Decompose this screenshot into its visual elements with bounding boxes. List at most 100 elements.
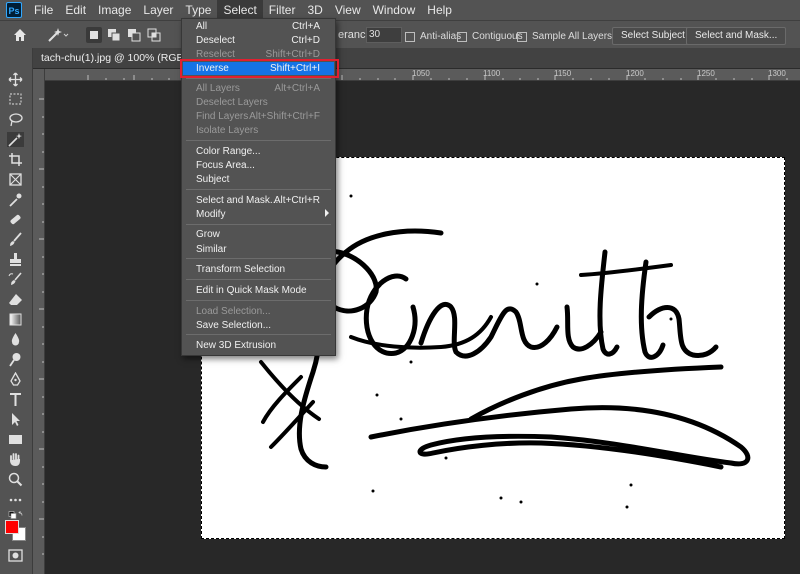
menu-option-find-layers[interactable]: Find Layers Alt+Shift+Ctrl+F: [183, 110, 334, 123]
horizontal-ruler: 1050 1100 1150 1200 1250 1300: [44, 69, 800, 81]
eraser-icon[interactable]: [7, 292, 24, 307]
add-to-selection-button[interactable]: [106, 27, 122, 43]
menu-file[interactable]: File: [28, 0, 59, 20]
menu-option-grow[interactable]: Grow: [183, 228, 334, 241]
menu-option-color-range[interactable]: Color Range...: [183, 145, 334, 158]
menu-option-label: Modify: [196, 209, 226, 220]
select-and-mask-button[interactable]: Select and Mask...: [686, 27, 787, 45]
menu-option-focus-area[interactable]: Focus Area...: [183, 159, 334, 172]
photoshop-logo-icon: Ps: [6, 2, 22, 18]
dodge-icon[interactable]: [7, 352, 24, 367]
marquee-icon[interactable]: [7, 92, 24, 107]
ruler-number: 1250: [697, 69, 715, 78]
menu-option-label: Color Range...: [196, 146, 261, 157]
menu-separator: [186, 300, 331, 301]
menu-layer[interactable]: Layer: [137, 0, 179, 20]
menu-option-label: Similar: [196, 244, 227, 255]
sample-all-layers-label: Sample All Layers: [532, 31, 613, 42]
home-icon[interactable]: [12, 27, 28, 43]
menu-option-isolate-layers[interactable]: Isolate Layers: [183, 124, 334, 137]
sample-all-layers-checkbox-box[interactable]: [517, 31, 527, 42]
menu-option-subject[interactable]: Subject: [183, 173, 334, 186]
menu-edit[interactable]: Edit: [59, 0, 92, 20]
ruler-number: 1050: [412, 69, 430, 78]
menu-option-quick-mask-mode[interactable]: Edit in Quick Mask Mode: [183, 284, 334, 297]
menu-option-transform-selection[interactable]: Transform Selection: [183, 263, 334, 276]
menu-option-label: Load Selection...: [196, 306, 271, 317]
intersect-selection-button[interactable]: [146, 27, 162, 43]
sample-all-layers-checkbox[interactable]: Sample All Layers: [517, 31, 612, 42]
vertical-ruler: [33, 69, 45, 574]
menu-help[interactable]: Help: [421, 0, 458, 20]
menu-option-reselect[interactable]: Reselect Shift+Ctrl+D: [183, 48, 334, 61]
menu-window[interactable]: Window: [367, 0, 422, 20]
crop-icon[interactable]: [7, 152, 24, 167]
menu-option-inverse[interactable]: Inverse Shift+Ctrl+I: [183, 62, 334, 75]
quick-mask-icon[interactable]: [7, 548, 24, 563]
stamp-icon[interactable]: [7, 252, 24, 267]
document-tab[interactable]: tach-chu(1).jpg @ 100% (RGB/8#): [33, 48, 800, 69]
menu-option-deselect-layers[interactable]: Deselect Layers: [183, 96, 334, 109]
menu-option-similar[interactable]: Similar: [183, 243, 334, 256]
menu-option-label: Focus Area...: [196, 160, 255, 171]
contiguous-checkbox-box[interactable]: [457, 31, 467, 42]
menu-option-label: Subject: [196, 174, 230, 185]
hand-icon[interactable]: [7, 452, 24, 467]
new-selection-mode-button[interactable]: [86, 27, 102, 43]
menu-option-label: Transform Selection: [196, 264, 286, 275]
tool-preset-picker[interactable]: [46, 26, 69, 44]
more-tools-icon[interactable]: [7, 492, 24, 507]
ruler-number: 1100: [483, 69, 501, 78]
menu-option-modify[interactable]: Modify: [183, 208, 334, 221]
menu-option-label: Deselect: [196, 35, 235, 46]
healing-brush-icon[interactable]: [7, 212, 24, 227]
select-dropdown-menu: All Ctrl+A Deselect Ctrl+D Reselect Shif…: [181, 18, 336, 356]
anti-alias-label: Anti-alias: [420, 31, 462, 42]
type-icon[interactable]: [7, 392, 24, 407]
rectangle-icon[interactable]: [7, 432, 24, 447]
anti-alias-checkbox[interactable]: Anti-alias: [405, 31, 461, 42]
menu-option-deselect[interactable]: Deselect Ctrl+D: [183, 34, 334, 47]
menu-filter[interactable]: Filter: [263, 0, 302, 20]
menu-select[interactable]: Select: [217, 0, 263, 20]
menu-separator: [186, 78, 331, 79]
menu-option-label: New 3D Extrusion: [196, 340, 277, 351]
history-brush-icon[interactable]: [7, 272, 24, 287]
select-subject-button[interactable]: Select Subject: [612, 27, 694, 45]
pen-icon[interactable]: [7, 372, 24, 387]
menu-option-load-selection[interactable]: Load Selection...: [183, 305, 334, 318]
magic-wand-icon[interactable]: [7, 132, 24, 147]
menu-separator: [186, 224, 331, 225]
zoom-icon[interactable]: [7, 472, 24, 487]
menu-separator: [186, 140, 331, 141]
menu-option-new-3d-extrusion[interactable]: New 3D Extrusion: [183, 339, 334, 352]
menu-option-label: Isolate Layers: [196, 125, 259, 136]
gradient-icon[interactable]: [7, 312, 24, 327]
menu-option-shortcut: Alt+Ctrl+A: [274, 83, 320, 94]
default-colors-icon[interactable]: [7, 508, 24, 519]
contiguous-checkbox[interactable]: Contiguous: [457, 31, 523, 42]
submenu-arrow-icon: [325, 209, 329, 217]
menu-image[interactable]: Image: [92, 0, 137, 20]
menu-bar: Ps File Edit Image Layer Type Select Fil…: [0, 0, 800, 20]
blur-icon[interactable]: [7, 332, 24, 347]
brush-icon[interactable]: [7, 232, 24, 247]
eyedropper-icon[interactable]: [7, 192, 24, 207]
menu-option-save-selection[interactable]: Save Selection...: [183, 319, 334, 332]
menu-3d[interactable]: 3D: [301, 0, 328, 20]
foreground-color-swatch[interactable]: [5, 520, 19, 534]
menu-option-select-and-mask[interactable]: Select and Mask... Alt+Ctrl+R: [183, 194, 334, 207]
tolerance-input[interactable]: 30: [366, 27, 402, 43]
options-bar: erance: 30 Anti-alias Contiguous Sample …: [0, 20, 800, 49]
lasso-icon[interactable]: [7, 112, 24, 127]
menu-view[interactable]: View: [329, 0, 367, 20]
move-icon[interactable]: [7, 72, 24, 87]
anti-alias-checkbox-box[interactable]: [405, 31, 415, 42]
toolbox: [0, 48, 33, 574]
path-selection-icon[interactable]: [7, 412, 24, 427]
subtract-from-selection-button[interactable]: [126, 27, 142, 43]
frame-icon[interactable]: [7, 172, 24, 187]
menu-option-all[interactable]: All Ctrl+A: [183, 20, 334, 33]
menu-type[interactable]: Type: [179, 0, 217, 20]
menu-option-all-layers[interactable]: All Layers Alt+Ctrl+A: [183, 82, 334, 95]
